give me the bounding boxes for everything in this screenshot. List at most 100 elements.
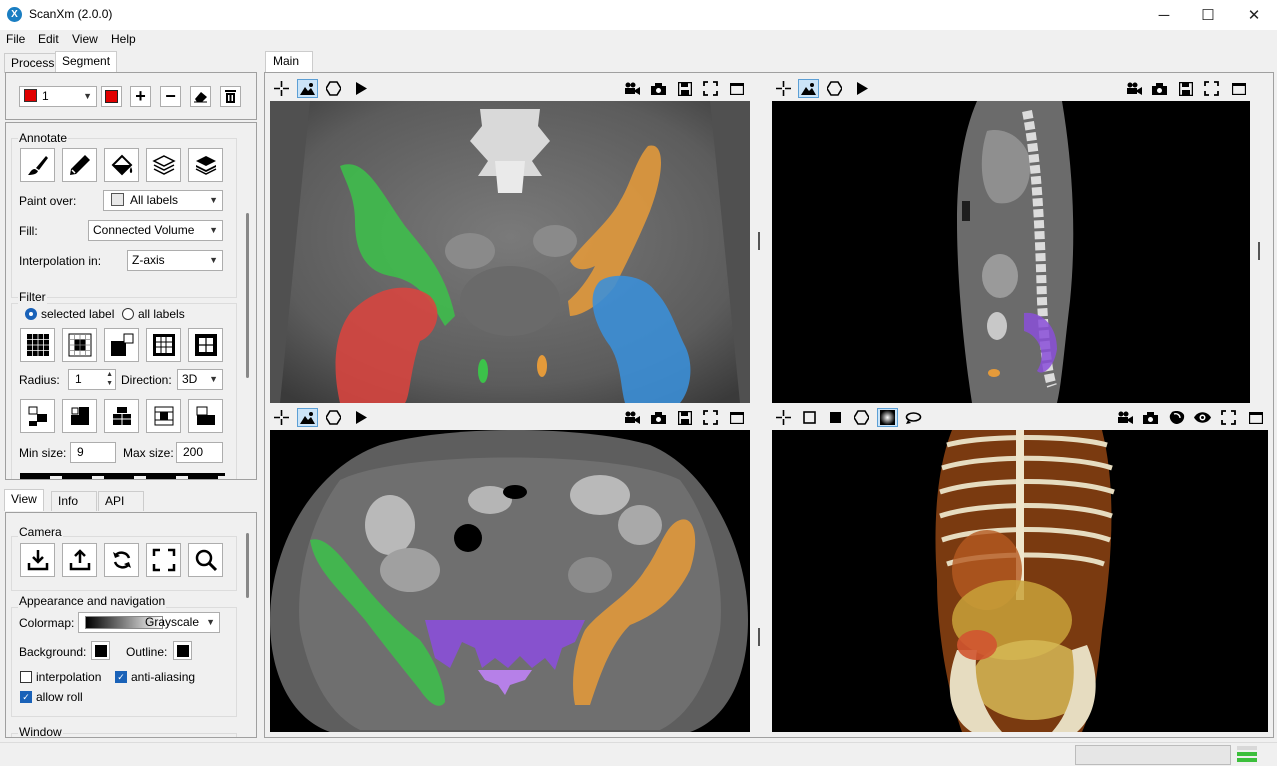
interpolation-select[interactable]: Z-axis ▼ [127, 250, 223, 271]
tab-segment[interactable]: Segment [55, 51, 118, 73]
filter-close-icon[interactable] [146, 328, 181, 362]
menu-edit[interactable]: Edit [38, 32, 59, 46]
max-size-field[interactable]: 200 [176, 442, 223, 463]
fullscreen-icon[interactable] [1218, 408, 1239, 427]
polygon-icon[interactable] [323, 408, 344, 427]
square-filled-icon[interactable] [825, 408, 846, 427]
camera-save-icon[interactable] [62, 543, 97, 577]
image-mode-icon[interactable] [297, 79, 318, 98]
brush-icon[interactable] [20, 148, 55, 182]
splitter-handle-bottom[interactable] [758, 628, 760, 646]
close-button[interactable]: ✕ [1231, 0, 1277, 30]
fullscreen-icon[interactable] [700, 79, 721, 98]
layers-filled-icon[interactable] [188, 148, 223, 182]
crosshair-icon[interactable] [773, 79, 794, 98]
polygon-icon[interactable] [323, 79, 344, 98]
save-icon[interactable] [674, 408, 695, 427]
scrollbar[interactable] [246, 213, 249, 378]
splitter-handle-right[interactable] [1258, 242, 1260, 260]
polygon-icon[interactable] [851, 408, 872, 427]
video-camera-icon[interactable] [621, 79, 642, 98]
maximize-view-icon[interactable] [726, 408, 747, 427]
menu-view[interactable]: View [72, 32, 98, 46]
screenshot-camera-icon[interactable] [1149, 79, 1170, 98]
tab-process[interactable]: Process [4, 53, 62, 73]
filter-pattern-2-icon[interactable] [62, 399, 97, 433]
maximize-view-icon[interactable] [1228, 79, 1249, 98]
crosshair-icon[interactable] [271, 79, 292, 98]
filter-pattern-5-icon[interactable] [188, 399, 223, 433]
screenshot-camera-icon[interactable] [648, 79, 669, 98]
maximize-button[interactable]: ☐ [1185, 0, 1231, 30]
direction-select[interactable]: 3D ▼ [177, 369, 223, 390]
menu-file[interactable]: File [6, 32, 25, 46]
tab-main[interactable]: Main [265, 51, 313, 73]
fullscreen-icon[interactable] [1201, 79, 1222, 98]
outline-color-button[interactable] [173, 641, 192, 660]
tab-api[interactable]: API [98, 491, 144, 511]
fullscreen-icon[interactable] [700, 408, 721, 427]
viewport-coronal[interactable] [270, 101, 750, 403]
save-icon[interactable] [1175, 79, 1196, 98]
filter-fill-holes-icon[interactable] [188, 328, 223, 362]
crosshair-icon[interactable] [773, 408, 794, 427]
screenshot-camera-icon[interactable] [1140, 408, 1161, 427]
video-camera-icon[interactable] [1114, 408, 1135, 427]
background-color-button[interactable] [91, 641, 110, 660]
fill-bucket-icon[interactable] [104, 148, 139, 182]
save-icon[interactable] [674, 79, 695, 98]
label-color-button[interactable] [101, 86, 122, 107]
tab-view[interactable]: View [4, 489, 44, 511]
volume-render-icon[interactable] [877, 408, 898, 427]
maximize-view-icon[interactable] [726, 79, 747, 98]
anti-aliasing-checkbox[interactable]: ✓ [115, 671, 127, 683]
rotate-icon[interactable] [903, 408, 924, 427]
image-mode-icon[interactable] [798, 79, 819, 98]
add-label-button[interactable]: + [130, 86, 151, 107]
filter-pattern-4-icon[interactable] [146, 399, 181, 433]
viewport-axial[interactable] [270, 430, 750, 732]
all-labels-radio[interactable] [122, 308, 134, 320]
filter-pattern-3-icon[interactable] [104, 399, 139, 433]
menu-help[interactable]: Help [111, 32, 136, 46]
allow-roll-checkbox[interactable]: ✓ [20, 691, 32, 703]
eraser-icon[interactable] [190, 86, 211, 107]
fill-select[interactable]: Connected Volume ▼ [88, 220, 223, 241]
play-icon[interactable] [350, 79, 371, 98]
tab-info[interactable]: Info [51, 491, 97, 511]
mesh-icon[interactable] [1166, 408, 1187, 427]
trash-icon[interactable] [220, 86, 241, 107]
play-icon[interactable] [851, 79, 872, 98]
zoom-icon[interactable] [188, 543, 223, 577]
viewport-sagittal[interactable] [772, 101, 1250, 403]
pencil-icon[interactable] [62, 148, 97, 182]
fit-view-icon[interactable] [146, 543, 181, 577]
maximize-view-icon[interactable] [1245, 408, 1266, 427]
colormap-select[interactable]: Grayscale ▼ [78, 612, 220, 633]
minimize-button[interactable]: ─ [1141, 0, 1187, 30]
eye-icon[interactable] [1192, 408, 1213, 427]
filter-open-icon[interactable] [104, 328, 139, 362]
polygon-icon[interactable] [824, 79, 845, 98]
min-size-field[interactable]: 9 [70, 442, 116, 463]
filter-dilate-icon[interactable] [20, 328, 55, 362]
crosshair-icon[interactable] [271, 408, 292, 427]
camera-reset-icon[interactable] [104, 543, 139, 577]
video-camera-icon[interactable] [1123, 79, 1144, 98]
square-outline-icon[interactable] [799, 408, 820, 427]
video-camera-icon[interactable] [621, 408, 642, 427]
remove-label-button[interactable]: − [160, 86, 181, 107]
selected-label-radio[interactable] [25, 308, 37, 320]
splitter-handle-top[interactable] [758, 232, 760, 250]
image-mode-icon[interactable] [297, 408, 318, 427]
paint-over-select[interactable]: All labels ▼ [103, 190, 223, 211]
label-select[interactable]: 1 ▼ [19, 86, 97, 107]
scrollbar[interactable] [246, 533, 249, 598]
screenshot-camera-icon[interactable] [648, 408, 669, 427]
camera-load-icon[interactable] [20, 543, 55, 577]
radius-spinbox[interactable]: 1 ▲ ▼ [68, 369, 116, 390]
interpolation-checkbox[interactable] [20, 671, 32, 683]
filter-pattern-1-icon[interactable] [20, 399, 55, 433]
viewport-3d[interactable] [772, 430, 1268, 732]
play-icon[interactable] [350, 408, 371, 427]
